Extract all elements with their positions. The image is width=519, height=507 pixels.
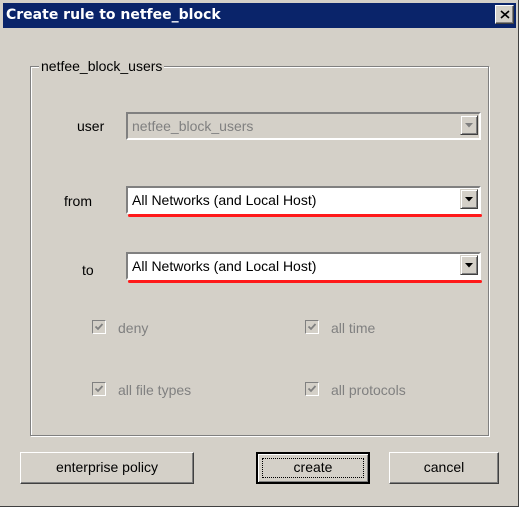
chevron-down-icon [465, 197, 473, 202]
from-label: from [64, 193, 92, 209]
to-select-dropdown-button[interactable] [460, 255, 478, 275]
to-select-value: All Networks (and Local Host) [132, 258, 317, 274]
deny-checkbox[interactable] [92, 320, 106, 334]
cancel-button[interactable]: cancel [389, 452, 499, 484]
to-highlight-underline [128, 280, 482, 283]
from-select-dropdown-button[interactable] [460, 189, 478, 209]
all-protocols-checkbox[interactable] [305, 382, 319, 396]
chevron-down-icon [465, 123, 473, 128]
group-legend: netfee_block_users [39, 58, 165, 74]
user-label: user [77, 118, 105, 134]
close-button[interactable] [495, 5, 514, 24]
checkmark-icon [94, 385, 104, 393]
all-time-label: all time [331, 320, 376, 336]
window-title: Create rule to netfee_block [6, 7, 221, 23]
all-protocols-label: all protocols [331, 382, 406, 398]
checkmark-icon [94, 323, 104, 331]
focus-rect [262, 458, 364, 478]
all-file-types-label: all file types [118, 382, 192, 398]
from-select-value: All Networks (and Local Host) [132, 192, 317, 208]
all-file-types-checkbox[interactable] [92, 382, 106, 396]
from-highlight-underline [128, 214, 482, 217]
checkmark-icon [307, 323, 317, 331]
enterprise-policy-button[interactable]: enterprise policy [20, 452, 194, 484]
from-select[interactable]: All Networks (and Local Host) [126, 186, 481, 214]
create-rule-dialog: Create rule to netfee_block netfee_block… [0, 0, 519, 507]
all-time-checkbox[interactable] [305, 320, 319, 334]
user-select-value: netfee_block_users [132, 118, 254, 134]
create-button[interactable]: create [256, 452, 370, 484]
user-select-dropdown-button[interactable] [460, 115, 478, 135]
close-icon [500, 10, 510, 19]
user-select[interactable]: netfee_block_users [126, 112, 481, 140]
to-label: to [82, 262, 94, 278]
chevron-down-icon [465, 263, 473, 268]
title-bar[interactable]: Create rule to netfee_block [3, 3, 516, 28]
deny-label: deny [118, 320, 149, 336]
to-select[interactable]: All Networks (and Local Host) [126, 252, 481, 280]
checkmark-icon [307, 385, 317, 393]
